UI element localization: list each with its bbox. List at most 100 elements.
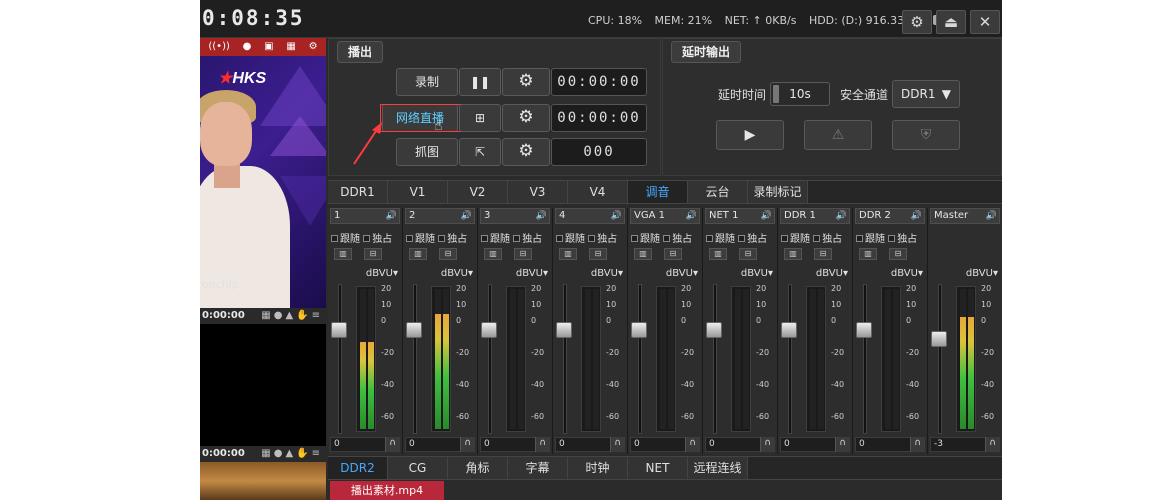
grid-icon[interactable]: ▦ <box>286 38 295 56</box>
speaker-icon[interactable]: 🔊 <box>761 209 772 223</box>
channel-mode-icon[interactable]: ▥ <box>859 248 877 260</box>
follow-checkbox[interactable] <box>556 235 563 242</box>
preview-control-icons[interactable]: ▦●▲✋≡ <box>261 446 323 462</box>
warning-icon[interactable]: ⚠ <box>804 120 872 150</box>
fader-track[interactable] <box>563 284 567 434</box>
snapshot-settings-gear-icon[interactable]: ⚙ <box>502 138 550 166</box>
speaker-icon[interactable]: 🔊 <box>911 209 922 223</box>
fader-knob[interactable] <box>481 322 497 338</box>
solo-checkbox[interactable] <box>738 235 746 242</box>
speaker-icon[interactable]: 🔊 <box>611 209 622 223</box>
export-icon[interactable]: ⇱ <box>459 138 501 166</box>
record-icon[interactable]: ● <box>243 38 252 56</box>
tab-remote-connection[interactable]: 远程连线 <box>688 457 748 479</box>
meter-unit[interactable]: dBVU▾ <box>666 268 698 279</box>
safe-channel-select[interactable]: DDR1 ▼ <box>892 80 960 108</box>
fader-track[interactable] <box>713 284 717 434</box>
gear-icon[interactable]: ⚙ <box>902 10 932 34</box>
fader-track[interactable] <box>338 284 342 434</box>
record-settings-gear-icon[interactable]: ⚙ <box>502 68 550 96</box>
close-icon[interactable]: ✕ <box>970 10 1000 34</box>
tab-audio-mixer[interactable]: 调音 <box>628 181 688 203</box>
meter-unit[interactable]: dBVU▾ <box>966 268 998 279</box>
speaker-icon[interactable]: 🔊 <box>986 209 997 223</box>
headphone-icon[interactable]: ∩ <box>385 437 399 452</box>
speaker-icon[interactable]: 🔊 <box>461 209 472 223</box>
record-button[interactable]: 录制 <box>396 68 458 96</box>
meter-unit[interactable]: dBVU▾ <box>441 268 473 279</box>
follow-checkbox[interactable] <box>331 235 338 242</box>
meter-unit[interactable]: dBVU▾ <box>816 268 848 279</box>
meter-unit[interactable]: dBVU▾ <box>516 268 548 279</box>
tab-subtitle[interactable]: 字幕 <box>508 457 568 479</box>
tab-cg[interactable]: CG <box>388 457 448 479</box>
tab-ptz[interactable]: 云台 <box>688 181 748 203</box>
delay-time-input[interactable]: 10s <box>770 82 830 106</box>
fader-knob[interactable] <box>556 322 572 338</box>
fader-knob[interactable] <box>706 322 722 338</box>
channel-mode-icon[interactable]: ▥ <box>784 248 802 260</box>
follow-checkbox[interactable] <box>706 235 713 242</box>
tab-record-markers[interactable]: 录制标记 <box>748 181 808 203</box>
channel-route-icon[interactable]: ⊟ <box>664 248 682 260</box>
fader-knob[interactable] <box>931 331 947 347</box>
headphone-icon[interactable]: ∩ <box>535 437 549 452</box>
headphone-icon[interactable]: ∩ <box>460 437 474 452</box>
meter-unit[interactable]: dBVU▾ <box>366 268 398 279</box>
meter-unit[interactable]: dBVU▾ <box>741 268 773 279</box>
fader-knob[interactable] <box>406 322 422 338</box>
meter-unit[interactable]: dBVU▾ <box>891 268 923 279</box>
solo-checkbox[interactable] <box>663 235 671 242</box>
tab-v3[interactable]: V3 <box>508 181 568 203</box>
follow-checkbox[interactable] <box>781 235 788 242</box>
fader-track[interactable] <box>638 284 642 434</box>
solo-checkbox[interactable] <box>813 235 821 242</box>
follow-checkbox[interactable] <box>631 235 638 242</box>
fader-track[interactable] <box>788 284 792 434</box>
follow-checkbox[interactable] <box>481 235 488 242</box>
channel-mode-icon[interactable]: ▥ <box>409 248 427 260</box>
speaker-icon[interactable]: 🔊 <box>536 209 547 223</box>
play-icon[interactable]: ▶ <box>716 120 784 150</box>
fader-track[interactable] <box>488 284 492 434</box>
gear-icon[interactable]: ⚙ <box>309 38 318 56</box>
follow-checkbox[interactable] <box>856 235 863 242</box>
tab-ddr2[interactable]: DDR2 <box>328 457 388 479</box>
channel-route-icon[interactable]: ⊟ <box>364 248 382 260</box>
solo-checkbox[interactable] <box>438 235 446 242</box>
fader-track[interactable] <box>413 284 417 434</box>
snapshot-button[interactable]: 抓图 <box>396 138 458 166</box>
channel-mode-icon[interactable]: ▥ <box>334 248 352 260</box>
headphone-icon[interactable]: ∩ <box>610 437 624 452</box>
headphone-icon[interactable]: ∩ <box>835 437 849 452</box>
tab-v2[interactable]: V2 <box>448 181 508 203</box>
fader-track[interactable] <box>938 284 942 434</box>
tab-clock[interactable]: 时钟 <box>568 457 628 479</box>
channel-route-icon[interactable]: ⊟ <box>889 248 907 260</box>
channel-mode-icon[interactable]: ▥ <box>484 248 502 260</box>
tab-v1[interactable]: V1 <box>388 181 448 203</box>
channel-route-icon[interactable]: ⊟ <box>814 248 832 260</box>
meter-unit[interactable]: dBVU▾ <box>591 268 623 279</box>
channel-mode-icon[interactable]: ▥ <box>634 248 652 260</box>
headphone-icon[interactable]: ∩ <box>910 437 924 452</box>
tape-icon[interactable]: ▣ <box>264 38 273 56</box>
headphone-icon[interactable]: ∩ <box>685 437 699 452</box>
file-tab[interactable]: 播出素材.mp4 <box>330 481 444 500</box>
headphone-icon[interactable]: ∩ <box>985 437 999 452</box>
channel-mode-icon[interactable]: ▥ <box>709 248 727 260</box>
channel-route-icon[interactable]: ⊟ <box>514 248 532 260</box>
tab-ddr1[interactable]: DDR1 <box>328 181 388 203</box>
solo-checkbox[interactable] <box>363 235 371 242</box>
network-icon[interactable]: ⊞ <box>459 104 501 132</box>
tab-net[interactable]: NET <box>628 457 688 479</box>
fader-track[interactable] <box>863 284 867 434</box>
follow-checkbox[interactable] <box>406 235 413 242</box>
shield-icon[interactable]: ⛨ <box>892 120 960 150</box>
tab-v4[interactable]: V4 <box>568 181 628 203</box>
signal-icon[interactable]: ((•)) <box>208 38 230 56</box>
tab-corner-logo[interactable]: 角标 <box>448 457 508 479</box>
solo-checkbox[interactable] <box>888 235 896 242</box>
channel-mode-icon[interactable]: ▥ <box>559 248 577 260</box>
fader-knob[interactable] <box>631 322 647 338</box>
